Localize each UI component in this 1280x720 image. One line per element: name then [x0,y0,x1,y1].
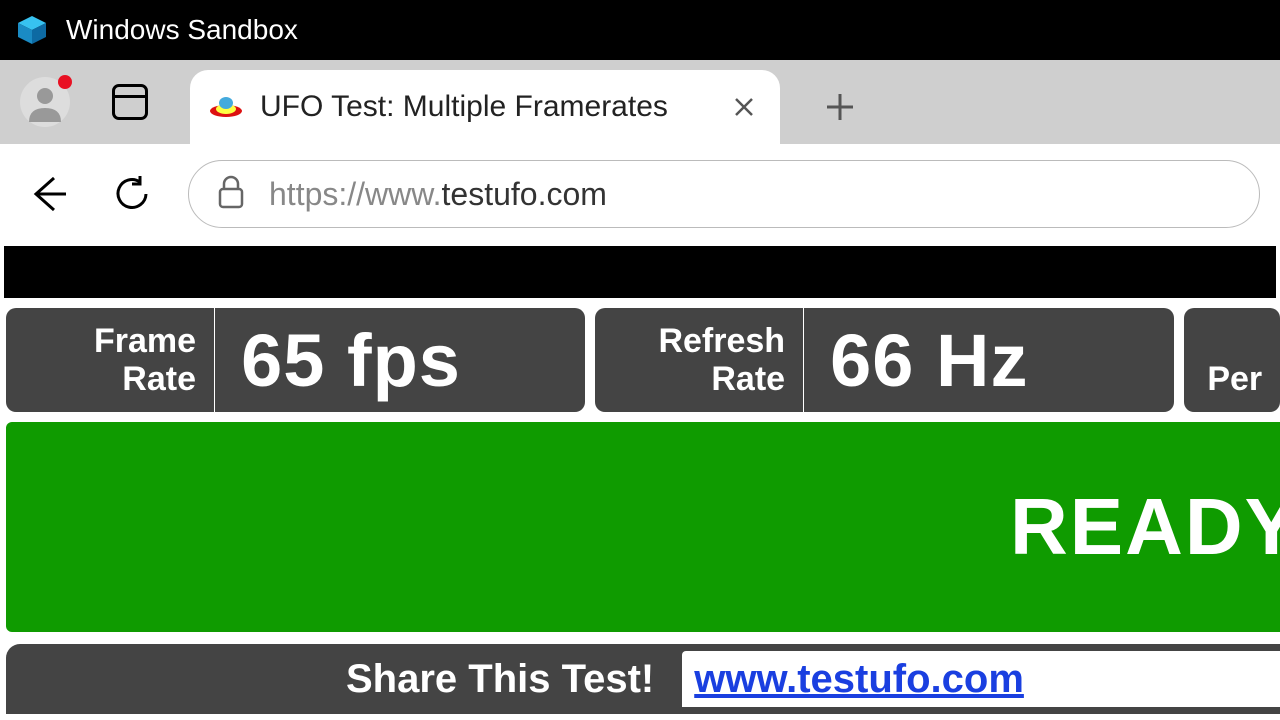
browser-tab[interactable]: UFO Test: Multiple Framerates [190,70,780,144]
page-content: FrameRate 65 fps RefreshRate 66 Hz Per R… [0,246,1280,714]
tab-strip: UFO Test: Multiple Framerates [0,60,1280,144]
share-row: Share This Test! www.testufo.com [6,644,1280,714]
url-domain: testufo.com [442,176,607,212]
url-scheme: https://www. [269,176,442,212]
refresh-rate-stat: RefreshRate 66 Hz [595,308,1174,412]
profile-button[interactable] [0,60,90,144]
ready-banner: READY [6,422,1280,632]
new-tab-button[interactable] [800,70,880,144]
frame-rate-label: FrameRate [6,308,214,412]
ufo-favicon-icon [208,89,244,125]
workspaces-button[interactable] [90,60,170,144]
back-arrow-icon [26,172,70,216]
back-button[interactable] [20,166,76,222]
share-label: Share This Test! [6,657,682,702]
url-text: https://www.testufo.com [269,176,607,213]
frame-rate-stat: FrameRate 65 fps [6,308,585,412]
refresh-icon [112,174,152,214]
browser-toolbar: https://www.testufo.com [0,144,1280,244]
share-link[interactable]: www.testufo.com [694,657,1024,702]
close-icon [733,96,755,118]
sandbox-icon [14,12,50,48]
pixels-per-stat: Per [1184,308,1280,412]
refresh-rate-value: 66 Hz [804,308,1174,412]
frame-rate-value: 65 fps [215,308,585,412]
black-header-band [4,246,1276,298]
lock-icon [217,175,245,214]
refresh-button[interactable] [104,166,160,222]
pixels-per-label: Per [1184,308,1280,412]
avatar-icon [20,77,70,127]
window-titlebar: Windows Sandbox [0,0,1280,60]
refresh-rate-label: RefreshRate [595,308,803,412]
address-bar[interactable]: https://www.testufo.com [188,160,1260,228]
ready-text: READY [1010,481,1280,573]
close-tab-button[interactable] [728,91,760,123]
workspace-icon [112,84,148,120]
stats-row: FrameRate 65 fps RefreshRate 66 Hz Per [0,302,1280,412]
notification-dot-icon [58,75,72,89]
plus-icon [825,92,855,122]
tab-title: UFO Test: Multiple Framerates [260,90,712,124]
share-link-box: www.testufo.com [682,651,1280,707]
window-title: Windows Sandbox [66,14,298,46]
